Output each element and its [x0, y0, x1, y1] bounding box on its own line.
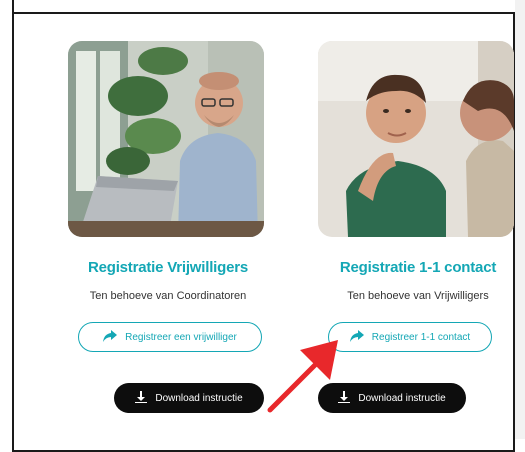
photo-man-with-laptop: [68, 41, 264, 237]
page-right-edge: [515, 0, 525, 439]
download-icon: [338, 390, 351, 406]
download-instruction-label: Download instructie: [358, 392, 446, 404]
download-icon: [135, 390, 148, 406]
share-arrow-icon: [103, 329, 118, 345]
photo-two-men-talking: [318, 41, 514, 237]
register-volunteer-button[interactable]: Registreer een vrijwilliger: [78, 322, 262, 352]
download-instruction-button[interactable]: Download instructie: [318, 383, 466, 413]
download-instruction-button[interactable]: Download instructie: [114, 383, 264, 413]
card-title: Registratie 1-1 contact: [339, 259, 497, 276]
register-volunteer-label: Registreer een vrijwilliger: [125, 331, 237, 343]
card-title: Registratie Vrijwilligers: [87, 259, 249, 276]
share-arrow-icon: [349, 329, 364, 345]
register-contact-label: Registreer 1-1 contact: [371, 331, 471, 343]
register-contact-button[interactable]: Registreer 1-1 contact: [328, 322, 492, 352]
card-subtitle: Ten behoeve van Vrijwilligers: [347, 290, 489, 302]
card-subtitle: Ten behoeve van Coordinatoren: [89, 290, 247, 302]
download-instruction-label: Download instructie: [155, 392, 243, 404]
content-frame: Registratie Vrijwilligers Ten behoeve va…: [12, 12, 515, 452]
